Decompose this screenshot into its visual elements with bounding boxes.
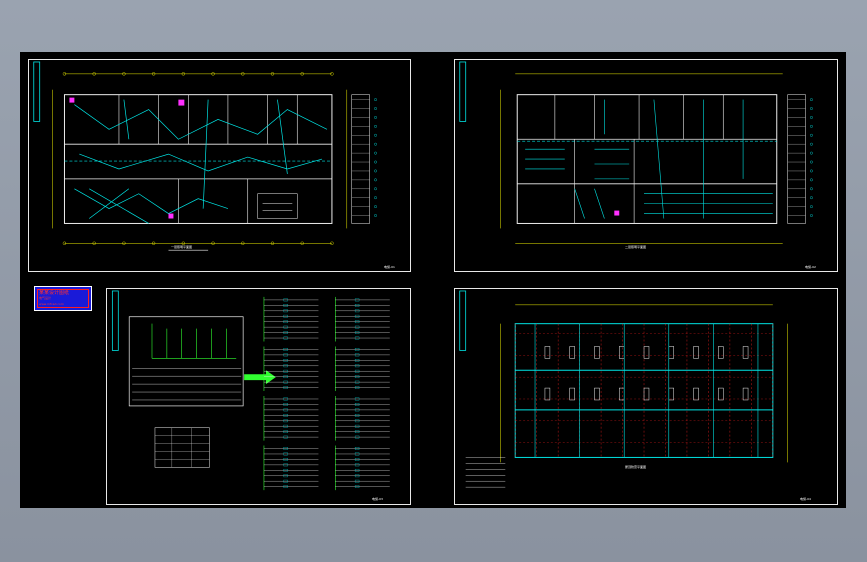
sheet-power-distribution-system[interactable]: 电施-03 bbox=[106, 288, 411, 505]
stamp-note: www.mfcad.com bbox=[39, 302, 64, 306]
design-stamp: 某某设计图纸 电气设计 www.mfcad.com bbox=[34, 286, 92, 311]
sheet-caption: 屋顶防雷平面图 bbox=[625, 465, 647, 469]
cad-model-viewport[interactable]: 一层照明平面图 电施-01 二层照明平面图 电施-02 某某设计图纸 电气设计 … bbox=[20, 52, 846, 508]
floor-plan-drawing bbox=[459, 61, 813, 244]
sheet-first-floor-plan[interactable]: 一层照明平面图 电施-01 bbox=[28, 59, 411, 272]
stamp-title: 某某设计图纸 bbox=[39, 290, 70, 296]
floor-plan-drawing bbox=[33, 61, 377, 251]
sheet-second-floor-plan[interactable]: 二层照明平面图 电施-02 bbox=[454, 59, 838, 272]
sheet-number-tag: 电施-03 bbox=[372, 497, 383, 501]
roof-plan-drawing bbox=[459, 290, 788, 488]
stamp-subtitle: 电气设计 bbox=[39, 296, 52, 300]
sheet-caption: 二层照明平面图 bbox=[625, 245, 647, 249]
sheet-number-tag: 电施-01 bbox=[384, 265, 395, 269]
sheet-roof-lightning-plan[interactable]: 屋顶防雷平面图 电施-04 bbox=[454, 288, 838, 505]
system-diagram-drawing bbox=[111, 290, 390, 491]
sheet-number-tag: 电施-04 bbox=[800, 497, 811, 501]
sheet-number-tag: 电施-02 bbox=[805, 265, 816, 269]
sheet-caption: 一层照明平面图 bbox=[171, 245, 193, 249]
